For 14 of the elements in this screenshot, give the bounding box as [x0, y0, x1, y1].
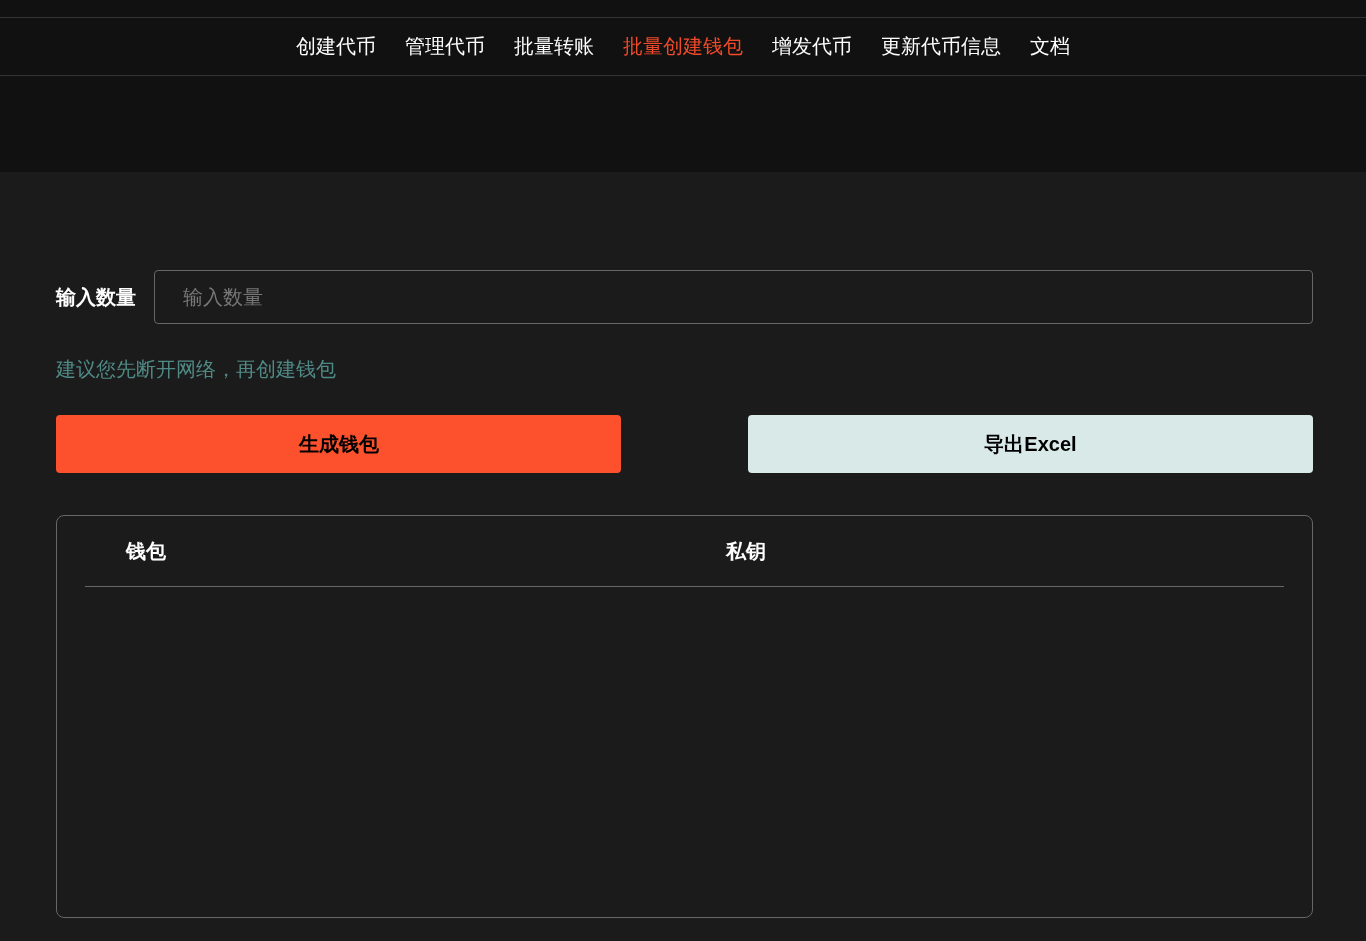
nav-tab[interactable]: 管理代币 [405, 33, 485, 60]
nav-tab[interactable]: 批量创建钱包 [623, 33, 743, 60]
nav-tab[interactable]: 创建代币 [296, 33, 376, 60]
nav-tab[interactable]: 文档 [1030, 33, 1070, 60]
quantity-label: 输入数量 [56, 284, 136, 310]
hint-text: 建议您先断开网络，再创建钱包 [56, 357, 337, 382]
column-header: 钱包 [124, 538, 167, 564]
nav-tab[interactable]: 更新代币信息 [881, 33, 1001, 60]
nav-tab[interactable]: 批量转账 [514, 33, 594, 60]
nav-tab[interactable]: 增发代币 [772, 33, 852, 60]
column-header: 私钥 [724, 538, 767, 564]
quantity-input[interactable]: 输入数量 [154, 270, 1313, 324]
generate-wallet-button[interactable]: 生成钱包 [56, 415, 621, 473]
export-excel-button[interactable]: 导出Excel [748, 415, 1313, 473]
